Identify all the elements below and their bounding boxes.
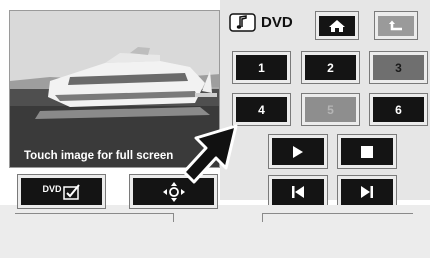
chapter-key-label: 5	[305, 97, 356, 122]
divider	[15, 213, 174, 222]
play-button[interactable]	[268, 134, 328, 169]
chapter-key-1[interactable]: 1	[232, 51, 291, 84]
chapter-key-label: 3	[373, 55, 424, 80]
stop-button[interactable]	[337, 134, 397, 169]
pointer-arrow-icon	[178, 120, 248, 188]
page-title: DVD	[261, 14, 293, 31]
back-button[interactable]	[374, 11, 418, 40]
skip-previous-icon	[272, 179, 324, 205]
chapter-key-3[interactable]: 3	[369, 51, 428, 84]
back-arrow-icon	[378, 15, 414, 36]
chapter-key-label: 2	[305, 55, 356, 80]
home-icon	[319, 15, 355, 36]
home-button[interactable]	[315, 11, 359, 40]
video-caption: Touch image for full screen	[24, 150, 174, 162]
chapter-key-5[interactable]: 5	[301, 93, 360, 126]
dvd-music-icon	[229, 13, 256, 32]
dvd-menu-label: DVD	[42, 183, 62, 194]
skip-next-icon	[341, 179, 393, 205]
chapter-key-label: 4	[236, 97, 287, 122]
dvd-menu-icon: DVD	[21, 178, 102, 205]
skip-next-button[interactable]	[337, 175, 397, 209]
divider	[262, 213, 413, 222]
dvd-menu-button[interactable]: DVD	[17, 174, 106, 209]
chapter-key-label: 1	[236, 55, 287, 80]
chapter-key-label: 6	[373, 97, 424, 122]
chapter-key-6[interactable]: 6	[369, 93, 428, 126]
play-icon	[272, 138, 324, 165]
skip-previous-button[interactable]	[268, 175, 328, 209]
stop-icon	[341, 138, 393, 165]
chapter-key-2[interactable]: 2	[301, 51, 360, 84]
